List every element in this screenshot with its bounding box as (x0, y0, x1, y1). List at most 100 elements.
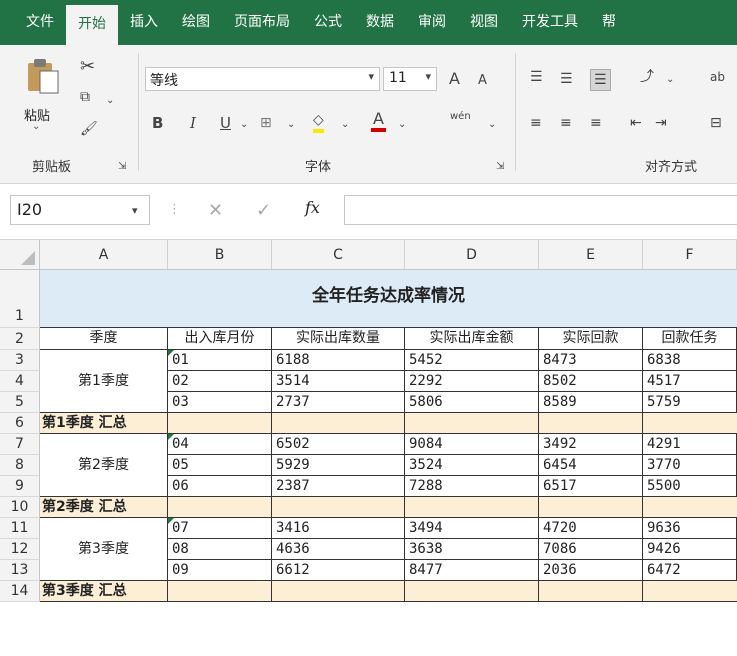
data-cell[interactable]: 9426 (643, 539, 737, 560)
chevron-down-icon[interactable]: ⌄ (287, 115, 295, 135)
data-cell[interactable]: 6517 (539, 476, 643, 497)
column-header[interactable]: E (539, 240, 643, 270)
data-cell[interactable]: 5929 (272, 455, 405, 476)
name-box[interactable]: I20 (10, 195, 150, 225)
row-header[interactable]: 12 (0, 539, 40, 560)
column-header[interactable]: C (272, 240, 405, 270)
data-cell[interactable]: 5500 (643, 476, 737, 497)
cancel-icon[interactable]: ✕ (208, 200, 223, 221)
data-cell[interactable]: 7288 (405, 476, 539, 497)
italic-button[interactable]: I (190, 113, 196, 133)
phonetic-guide-button[interactable]: wén (450, 107, 471, 127)
font-color-button[interactable]: A (371, 109, 386, 132)
cut-icon[interactable]: ✂ (80, 57, 95, 77)
chevron-down-icon[interactable]: ⌄ (398, 115, 406, 135)
border-icon[interactable]: ⊞ (260, 113, 272, 133)
data-cell[interactable]: 3770 (643, 455, 737, 476)
month-cell[interactable]: 03 (168, 392, 272, 413)
subtotal-row[interactable]: 第3季度 汇总 (40, 581, 737, 602)
table-header-cell[interactable]: 出入库月份 (168, 328, 272, 350)
data-cell[interactable]: 2292 (405, 371, 539, 392)
data-cell[interactable]: 6472 (643, 560, 737, 581)
column-header[interactable]: D (405, 240, 539, 270)
dialog-launcher-icon[interactable]: ⇲ (496, 157, 504, 177)
align-left-icon[interactable]: ≡ (530, 113, 542, 133)
wrap-text-icon[interactable]: ab (710, 67, 725, 87)
font-size-combobox[interactable]: 11 ▾ (383, 67, 437, 91)
align-middle-icon[interactable]: ☰ (560, 69, 573, 89)
merge-center-icon[interactable]: ⊟ (710, 113, 722, 133)
data-cell[interactable]: 4636 (272, 539, 405, 560)
data-cell[interactable]: 7086 (539, 539, 643, 560)
tab-developer[interactable]: 开发工具 (510, 0, 590, 45)
data-cell[interactable]: 3494 (405, 518, 539, 539)
data-cell[interactable]: 6612 (272, 560, 405, 581)
month-cell[interactable]: 04 (168, 434, 272, 455)
data-cell[interactable]: 8477 (405, 560, 539, 581)
chevron-down-icon[interactable]: ⌄ (106, 91, 114, 111)
increase-indent-icon[interactable]: ⇥ (655, 113, 667, 133)
row-header[interactable]: 1 (0, 270, 40, 328)
formula-input[interactable] (344, 195, 737, 225)
table-header-cell[interactable]: 季度 (40, 328, 168, 350)
data-cell[interactable]: 3524 (405, 455, 539, 476)
data-cell[interactable]: 4720 (539, 518, 643, 539)
underline-button[interactable]: U (220, 113, 231, 133)
font-name-combobox[interactable]: 等线 ▾ (145, 67, 380, 91)
chevron-down-icon[interactable]: ▾ (132, 204, 138, 217)
month-cell[interactable]: 01 (168, 350, 272, 371)
grow-font-icon[interactable]: A (449, 69, 460, 89)
row-header[interactable]: 10 (0, 497, 40, 518)
row-header[interactable]: 14 (0, 581, 40, 602)
insert-function-button[interactable]: fx (305, 198, 320, 217)
shrink-font-icon[interactable]: A (478, 71, 487, 91)
table-header-cell[interactable]: 实际回款 (539, 328, 643, 350)
data-cell[interactable]: 3492 (539, 434, 643, 455)
data-cell[interactable]: 5806 (405, 392, 539, 413)
tab-file[interactable]: 文件 (0, 0, 66, 45)
row-header[interactable]: 7 (0, 434, 40, 455)
data-cell[interactable]: 6502 (272, 434, 405, 455)
row-header[interactable]: 6 (0, 413, 40, 434)
chevron-down-icon[interactable]: ⌄ (488, 115, 496, 135)
table-header-cell[interactable]: 实际出库数量 (272, 328, 405, 350)
subtotal-row[interactable]: 第1季度 汇总 (40, 413, 737, 434)
copy-icon[interactable]: ⧉ (80, 87, 90, 107)
row-header[interactable]: 4 (0, 371, 40, 392)
data-cell[interactable]: 8502 (539, 371, 643, 392)
format-painter-icon[interactable]: 🖌 (80, 119, 98, 139)
subtotal-row[interactable]: 第2季度 汇总 (40, 497, 737, 518)
row-header[interactable]: 3 (0, 350, 40, 371)
dialog-launcher-icon[interactable]: ⇲ (118, 157, 126, 177)
orientation-icon[interactable]: ⤴ (640, 67, 654, 87)
tab-help[interactable]: 帮 (590, 0, 628, 45)
align-center-icon[interactable]: ≡ (560, 113, 572, 133)
tab-home[interactable]: 开始 (66, 5, 118, 45)
quarter-cell[interactable]: 第3季度 (40, 518, 168, 581)
month-cell[interactable]: 09 (168, 560, 272, 581)
paste-button[interactable]: 粘贴 ⌄ (14, 55, 74, 135)
tab-draw[interactable]: 绘图 (170, 0, 222, 45)
bold-button[interactable]: B (152, 113, 163, 133)
row-header[interactable]: 13 (0, 560, 40, 581)
row-header[interactable]: 2 (0, 328, 40, 350)
row-header[interactable]: 9 (0, 476, 40, 497)
row-header[interactable]: 5 (0, 392, 40, 413)
month-cell[interactable]: 08 (168, 539, 272, 560)
data-cell[interactable]: 5759 (643, 392, 737, 413)
align-top-icon[interactable]: ☰ (530, 67, 543, 87)
month-cell[interactable]: 05 (168, 455, 272, 476)
data-cell[interactable]: 3416 (272, 518, 405, 539)
data-cell[interactable]: 5452 (405, 350, 539, 371)
data-cell[interactable]: 3514 (272, 371, 405, 392)
enter-icon[interactable]: ✓ (256, 200, 271, 221)
tab-data[interactable]: 数据 (354, 0, 406, 45)
month-cell[interactable]: 06 (168, 476, 272, 497)
data-cell[interactable]: 4291 (643, 434, 737, 455)
chevron-down-icon[interactable]: ⌄ (341, 115, 349, 135)
select-all-corner[interactable] (0, 240, 40, 270)
chevron-down-icon[interactable]: ⌄ (666, 70, 674, 90)
fill-color-icon[interactable]: ◇ (313, 111, 324, 133)
align-bottom-icon[interactable]: ☰ (590, 69, 611, 91)
tab-page-layout[interactable]: 页面布局 (222, 0, 302, 45)
